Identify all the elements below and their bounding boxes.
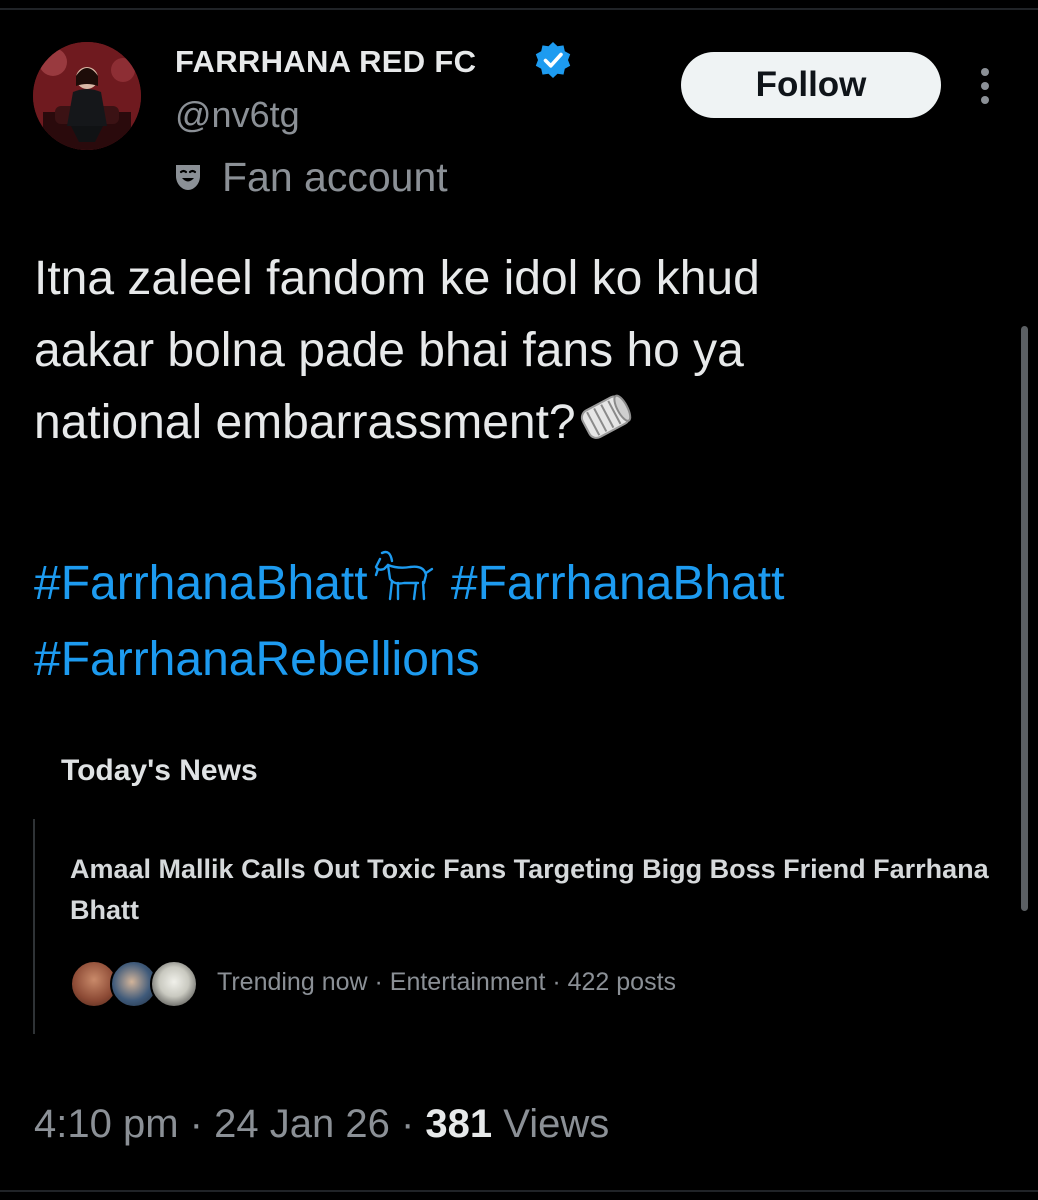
theater-masks-icon [176, 165, 200, 190]
tweet-text-line: aakar bolna pade bhai fans ho ya [34, 324, 744, 377]
views-count: 381 [425, 1102, 493, 1146]
avatar [150, 960, 198, 1008]
author-handle[interactable]: @nv6tg [175, 94, 300, 136]
tweet-text: Itna zaleel fandom ke idol ko khud aakar… [34, 243, 994, 459]
author-avatar[interactable] [33, 42, 141, 150]
tweet-time[interactable]: 4:10 pm [34, 1102, 179, 1146]
news-headline[interactable]: Amaal Mallik Calls Out Toxic Fans Target… [70, 849, 990, 931]
account-label: Fan account [172, 152, 448, 202]
hashtag-link[interactable]: #FarrhanaBhatt [34, 557, 368, 610]
rolled-up-newspaper-emoji [580, 394, 631, 439]
goat-emoji [374, 550, 433, 601]
tweet-text-line: Itna zaleel fandom ke idol ko khud [34, 252, 760, 305]
top-divider [0, 8, 1038, 10]
hashtag-block: #FarrhanaBhatt #FarrhanaBhatt #FarrhanaR… [34, 546, 994, 698]
hashtag-link[interactable]: #FarrhanaRebellions [34, 633, 480, 686]
tweet-timestamp: 4:10 pm · 24 Jan 26 · 381 Views [34, 1102, 609, 1147]
hashtag-link[interactable]: #FarrhanaBhatt [451, 557, 785, 610]
author-display-name[interactable]: FARRHANA RED FC [175, 44, 476, 80]
news-avatars [70, 957, 205, 1008]
scrollbar-thumb[interactable] [1021, 326, 1028, 911]
news-meta: Trending now · Entertainment · 422 posts [70, 957, 677, 1008]
tweet-date[interactable]: 24 Jan 26 [214, 1102, 390, 1146]
follow-button[interactable]: Follow [681, 52, 941, 118]
separator: · [189, 1102, 203, 1146]
tweet-text-line: national embarrassment? [34, 396, 576, 449]
news-card[interactable]: Amaal Mallik Calls Out Toxic Fans Target… [33, 819, 989, 1034]
account-label-text: Fan account [222, 153, 448, 200]
news-meta-text: Trending now · Entertainment · 422 posts [217, 967, 677, 996]
views-label: Views [503, 1102, 610, 1146]
verified-badge-icon [535, 42, 571, 78]
bottom-divider [0, 1190, 1038, 1192]
separator: · [400, 1102, 415, 1146]
more-vertical-icon[interactable] [972, 64, 998, 108]
news-section-title: Today's News [61, 754, 258, 787]
